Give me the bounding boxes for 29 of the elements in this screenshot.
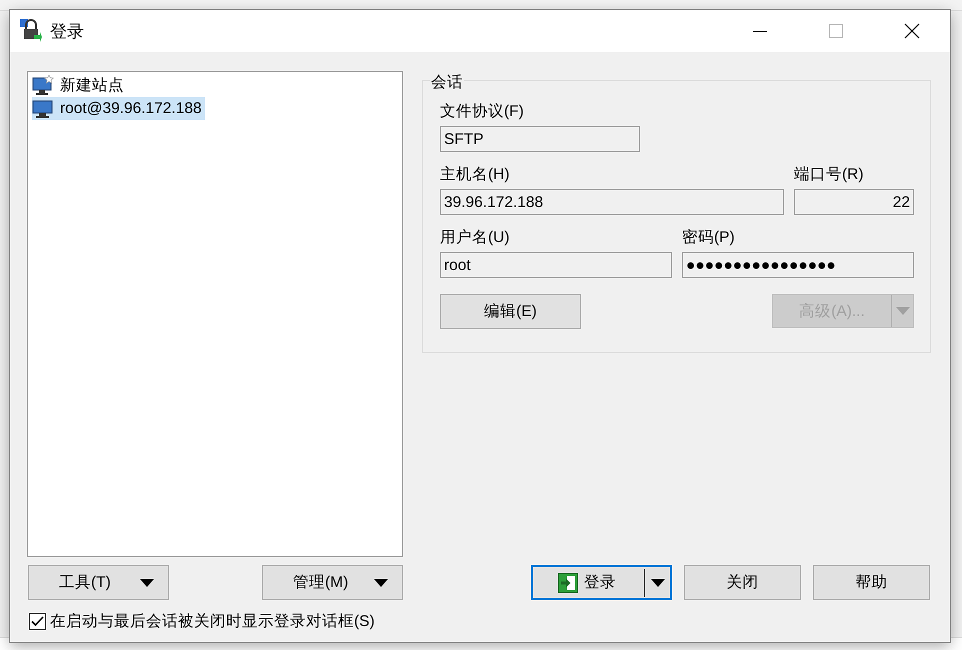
field-label: 主机名(H) xyxy=(440,164,511,185)
dialog-button[interactable]: 关闭 xyxy=(684,565,801,600)
login-icon xyxy=(558,572,578,592)
site-item[interactable]: 新建站点 xyxy=(32,74,127,97)
field-label: 密码(P) xyxy=(682,228,736,248)
monitor-icon xyxy=(32,98,54,120)
edit-button[interactable]: 编辑(E) xyxy=(440,294,581,329)
input-field[interactable]: 39.96.172.188 xyxy=(440,189,784,215)
checkbox[interactable] xyxy=(29,613,46,630)
input-field[interactable]: 22 xyxy=(794,189,914,215)
caret-icon xyxy=(374,578,388,586)
checkbox-label: 在启动与最后会话被关闭时显示登录对话框(S) xyxy=(50,612,375,632)
close-icon[interactable] xyxy=(904,23,920,39)
window-title: 登录 xyxy=(50,20,84,42)
login-button[interactable]: 登录 xyxy=(531,565,672,600)
monitor-star-icon xyxy=(32,74,54,96)
input-field[interactable]: ●●●●●●●●●●●●●●●● xyxy=(682,252,914,278)
input-field[interactable]: SFTP xyxy=(440,126,640,152)
lock-icon xyxy=(20,19,42,43)
field-label: 端口号(R) xyxy=(794,165,865,185)
field-label: 用户名(U) xyxy=(440,228,511,248)
dropdown-button[interactable]: 工具(T) xyxy=(28,565,169,600)
input-field[interactable]: root xyxy=(440,252,672,278)
field-label: 文件协议(F) xyxy=(440,102,525,122)
dialog-button[interactable]: 帮助 xyxy=(813,565,930,600)
caret-icon xyxy=(651,578,665,586)
caret-icon xyxy=(140,578,154,586)
site-item[interactable]: root@39.96.172.188 xyxy=(32,97,205,120)
dropdown-button[interactable]: 管理(M) xyxy=(262,565,403,600)
